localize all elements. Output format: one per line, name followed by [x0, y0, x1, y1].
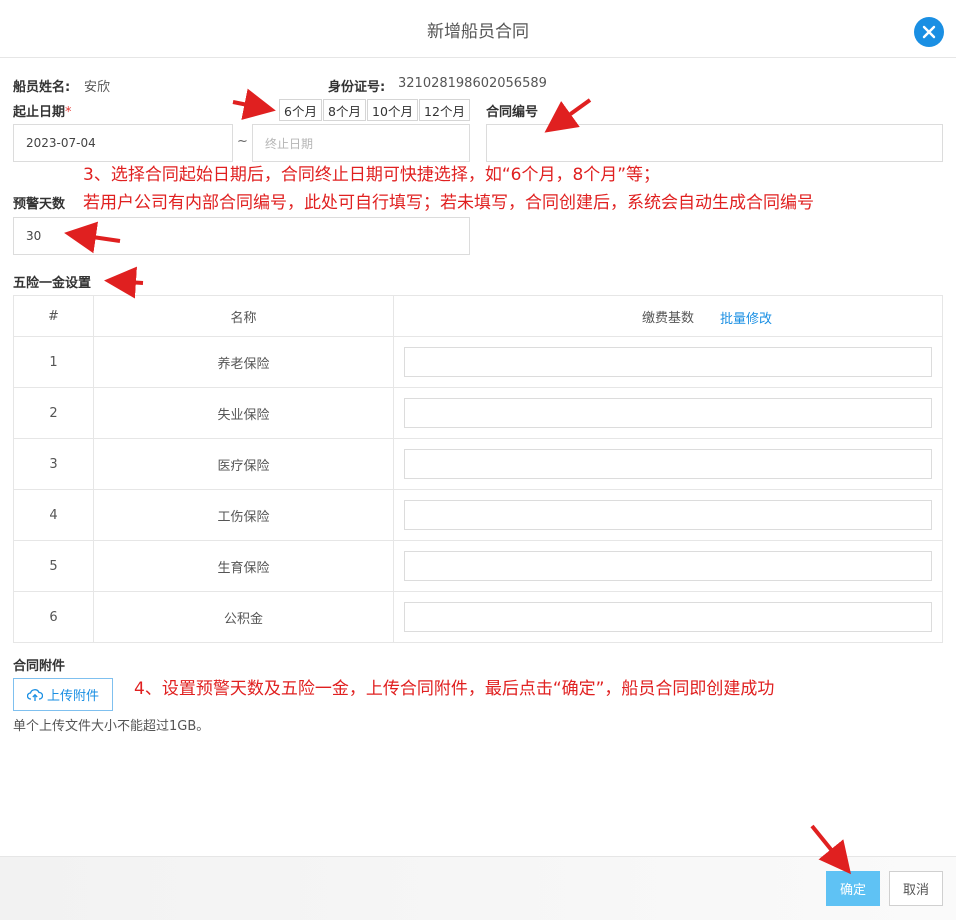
confirm-button[interactable]: 确定 — [826, 871, 880, 906]
housing-fund-base-input[interactable] — [404, 602, 932, 632]
upload-attachment-button[interactable]: 上传附件 — [13, 678, 113, 711]
id-number-value: 321028198602056589 — [398, 76, 547, 91]
upload-button-label: 上传附件 — [46, 689, 99, 704]
dialog-header: 新增船员合同 — [0, 0, 956, 58]
row-name: 失业保险 — [93, 387, 394, 439]
quick-8-months-button[interactable]: 8个月 — [323, 99, 366, 121]
insurance-table: # 名称 缴费基数 批量修改 1 养老保险 2 失业保险 3 医疗保险 4 工伤… — [13, 295, 943, 643]
row-name: 工伤保险 — [93, 489, 394, 541]
attachment-label: 合同附件 — [13, 659, 66, 674]
header-base-cell: 缴费基数 批量修改 — [393, 295, 943, 337]
dialog-title: 新增船员合同 — [427, 22, 529, 42]
table-row: 5 生育保险 — [13, 540, 943, 592]
upload-size-hint: 单个上传文件大小不能超过1GB。 — [13, 719, 210, 734]
maternity-base-input[interactable] — [404, 551, 932, 581]
row-index: 6 — [13, 591, 94, 643]
date-range-label-text: 起止日期 — [13, 105, 66, 120]
cloud-upload-icon — [26, 688, 43, 701]
start-date-input[interactable]: 2023-07-04 — [13, 124, 233, 162]
row-name: 公积金 — [93, 591, 394, 643]
row-index: 4 — [13, 489, 94, 541]
required-mark: * — [65, 105, 72, 120]
crew-name-label: 船员姓名: — [13, 80, 71, 95]
crew-name-value: 安欣 — [84, 80, 111, 95]
batch-edit-link[interactable]: 批量修改 — [720, 308, 772, 327]
medical-base-input[interactable] — [404, 449, 932, 479]
quick-10-months-button[interactable]: 10个月 — [367, 99, 418, 121]
quick-12-months-button[interactable]: 12个月 — [419, 99, 470, 121]
row-name: 生育保险 — [93, 540, 394, 592]
contract-number-label: 合同编号 — [486, 105, 539, 120]
table-row: 1 养老保险 — [13, 336, 943, 388]
table-row: 3 医疗保险 — [13, 438, 943, 490]
arrow-to-quick-select — [232, 88, 276, 120]
contract-number-input[interactable] — [486, 124, 943, 162]
insurance-table-header: # 名称 缴费基数 批量修改 — [13, 295, 943, 337]
annotation-step4: 4、设置预警天数及五险一金，上传合同附件，最后点击“确定”，船员合同即创建成功 — [134, 679, 775, 699]
header-index: # — [13, 295, 94, 337]
close-button[interactable] — [914, 17, 944, 47]
annotation-step3-line1: 3、选择合同起始日期后，合同终止日期可快捷选择，如“6个月，8个月”等； — [83, 165, 661, 185]
warning-days-input[interactable]: 30 — [13, 217, 470, 255]
cancel-button[interactable]: 取消 — [889, 871, 943, 906]
quick-6-months-button[interactable]: 6个月 — [279, 99, 322, 121]
close-icon — [922, 25, 936, 39]
injury-base-input[interactable] — [404, 500, 932, 530]
insurance-section-label: 五险一金设置 — [13, 276, 92, 291]
row-name: 医疗保险 — [93, 438, 394, 490]
header-base: 缴费基数 — [641, 310, 694, 326]
table-row: 2 失业保险 — [13, 387, 943, 439]
date-separator: ~ — [237, 134, 248, 149]
unemployment-base-input[interactable] — [404, 398, 932, 428]
date-range-label: 起止日期* — [13, 101, 72, 120]
dialog-footer — [0, 856, 956, 920]
row-index: 3 — [13, 438, 94, 490]
row-index: 2 — [13, 387, 94, 439]
annotation-step3-line2: 若用户公司有内部合同编号，此处可自行填写；若未填写，合同创建后，系统会自动生成合… — [83, 193, 814, 213]
pension-base-input[interactable] — [404, 347, 932, 377]
row-index: 5 — [13, 540, 94, 592]
table-row: 6 公积金 — [13, 591, 943, 643]
row-name: 养老保险 — [93, 336, 394, 388]
id-number-label: 身份证号: — [328, 80, 386, 95]
warning-days-label: 预警天数 — [13, 197, 66, 212]
header-name: 名称 — [93, 295, 394, 337]
row-index: 1 — [13, 336, 94, 388]
arrow-to-insurance-section — [104, 266, 144, 299]
end-date-input[interactable]: 终止日期 — [252, 124, 470, 162]
table-row: 4 工伤保险 — [13, 489, 943, 541]
